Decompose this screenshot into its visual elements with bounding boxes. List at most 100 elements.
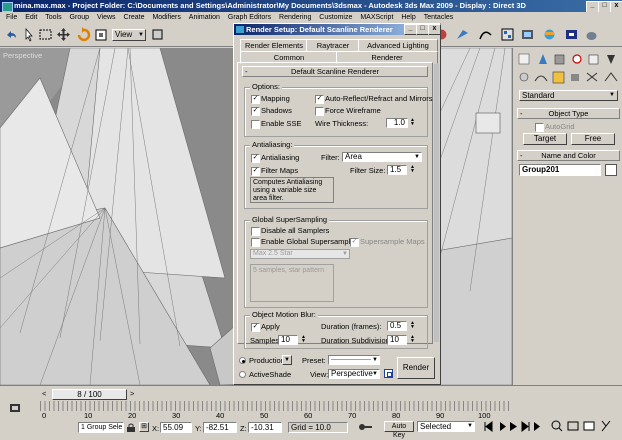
set-key-icon[interactable]: [358, 422, 372, 432]
select-cursor-icon[interactable]: [22, 27, 37, 42]
render-setup-icon[interactable]: [520, 27, 535, 42]
antialiasing-label: Antialiasing: [261, 153, 300, 162]
teapot-render-icon[interactable]: [584, 27, 599, 42]
dialog-title-bar[interactable]: Render Setup: Default Scanline Renderer …: [234, 24, 441, 35]
category-value: Standard: [522, 91, 555, 100]
apply-motion-blur-checkbox[interactable]: ✓: [251, 323, 260, 332]
menu-file[interactable]: File: [6, 14, 17, 21]
x-coord-input[interactable]: 55.09: [160, 422, 192, 433]
chevron-down-icon: ▼: [284, 357, 290, 363]
preset-label: Preset:: [302, 356, 326, 365]
menu-modifiers[interactable]: Modifiers: [152, 14, 180, 21]
autogrid-checkbox[interactable]: [535, 123, 544, 132]
production-radio[interactable]: [239, 357, 246, 364]
schematic-view-icon[interactable]: [500, 27, 515, 42]
close-icon[interactable]: x: [610, 1, 622, 12]
x-coord-label: X:: [152, 424, 160, 433]
target-button[interactable]: Target: [523, 133, 567, 145]
y-coord-input[interactable]: -82.51: [203, 422, 237, 433]
select-move-icon[interactable]: [56, 27, 71, 42]
key-filter-dropdown[interactable]: Selected ▼: [417, 421, 475, 432]
time-prev-icon[interactable]: <: [42, 389, 46, 398]
duration-input[interactable]: 0.5: [387, 321, 407, 331]
filter-size-input[interactable]: 1.5: [387, 165, 407, 175]
view-dropdown[interactable]: Perspective ▼: [328, 369, 380, 379]
time-next-icon[interactable]: >: [130, 389, 134, 398]
menu-group[interactable]: Group: [70, 14, 89, 21]
select-scale-icon[interactable]: [94, 27, 109, 42]
viewport-label[interactable]: Perspective: [3, 51, 42, 60]
track-bar-icon[interactable]: [10, 404, 20, 412]
free-button[interactable]: Free: [571, 133, 615, 145]
sampler-dropdown[interactable]: Max 2.5 Star ▼: [250, 249, 350, 259]
track-bar-ruler[interactable]: [40, 401, 510, 411]
menu-graph-editors[interactable]: Graph Editors: [228, 14, 271, 21]
quick-render-icon[interactable]: [455, 27, 470, 42]
category-dropdown[interactable]: Standard ▼: [519, 90, 618, 101]
command-panel-tab-icons[interactable]: [517, 52, 621, 66]
disable-samplers-checkbox[interactable]: [251, 227, 260, 236]
auto-reflect-checkbox[interactable]: ✓: [315, 95, 324, 104]
enable-sse-checkbox[interactable]: [251, 120, 260, 129]
create-category-icons[interactable]: [517, 70, 621, 84]
menu-tentacles[interactable]: Tentacles: [424, 14, 454, 21]
filter-maps-checkbox[interactable]: ✓: [251, 167, 260, 176]
object-color-swatch[interactable]: [605, 164, 617, 176]
playback-controls[interactable]: [484, 421, 542, 432]
spinner-icon[interactable]: ▲ ▼: [410, 335, 415, 344]
z-coord-input[interactable]: -10.31: [248, 422, 282, 433]
collapse-icon: -: [520, 151, 523, 160]
menu-help[interactable]: Help: [401, 14, 415, 21]
pivot-icon[interactable]: [150, 27, 165, 42]
teapot-icon[interactable]: [542, 27, 557, 42]
dialog-close-icon[interactable]: x: [428, 24, 441, 35]
subdivisions-input[interactable]: 10: [387, 335, 407, 345]
auto-key-button[interactable]: Auto Key: [384, 421, 414, 439]
spinner-icon[interactable]: ▲ ▼: [301, 335, 306, 344]
menu-create[interactable]: Create: [123, 14, 144, 21]
activeshade-radio[interactable]: [239, 371, 246, 378]
spinner-icon[interactable]: ▲ ▼: [410, 321, 415, 330]
select-region-icon[interactable]: [38, 27, 53, 42]
chevron-down-icon: ▼: [372, 357, 378, 363]
lock-selection-icon[interactable]: [127, 423, 135, 432]
absolute-mode-icon[interactable]: ⊞: [139, 422, 149, 432]
production-dropdown[interactable]: ▼: [282, 355, 292, 365]
dialog-scrollbar[interactable]: [434, 64, 439, 342]
spinner-icon[interactable]: ▲ ▼: [410, 118, 415, 127]
force-wireframe-checkbox[interactable]: [315, 107, 324, 116]
menu-views[interactable]: Views: [97, 14, 116, 21]
name-color-rollout-header[interactable]: - Name and Color: [517, 150, 620, 161]
object-type-rollout-header[interactable]: - Object Type: [517, 108, 620, 119]
curve-editor-icon[interactable]: [478, 27, 493, 42]
reference-coord-dropdown[interactable]: View ▼: [112, 29, 146, 41]
mapping-checkbox[interactable]: ✓: [251, 95, 260, 104]
menu-rendering[interactable]: Rendering: [279, 14, 311, 21]
scanline-rollout-header[interactable]: - Default Scanline Renderer: [242, 66, 428, 77]
menu-customize[interactable]: Customize: [319, 14, 352, 21]
object-name-input[interactable]: Group201: [519, 164, 601, 176]
preset-value: --------------------: [331, 357, 371, 363]
select-rotate-icon[interactable]: [76, 27, 91, 42]
viewport-navigation-icons[interactable]: [550, 419, 620, 433]
menu-maxscript[interactable]: MAXScript: [360, 14, 393, 21]
shadows-checkbox[interactable]: ✓: [251, 107, 260, 116]
ruler-tick: 100: [478, 411, 491, 420]
filter-dropdown[interactable]: Area ▼: [342, 152, 422, 162]
render-frame-icon[interactable]: [564, 27, 579, 42]
enable-global-supersampler-checkbox[interactable]: [251, 238, 260, 247]
time-slider[interactable]: 8 / 100: [52, 389, 127, 400]
render-button[interactable]: Render: [397, 357, 435, 379]
undo-icon[interactable]: [4, 27, 19, 42]
preset-dropdown[interactable]: -------------------- ▼: [328, 355, 380, 365]
menu-tools[interactable]: Tools: [45, 14, 61, 21]
menu-edit[interactable]: Edit: [25, 14, 37, 21]
supersample-maps-checkbox[interactable]: ✓: [350, 238, 359, 247]
ruler-tick: 30: [172, 411, 181, 420]
spinner-icon[interactable]: ▲ ▼: [410, 165, 415, 174]
antialiasing-checkbox[interactable]: ✓: [251, 154, 260, 163]
lock-icon[interactable]: [384, 369, 393, 378]
samples-input[interactable]: 10: [278, 335, 298, 345]
wire-thickness-input[interactable]: 1.0: [386, 118, 408, 128]
menu-animation[interactable]: Animation: [189, 14, 220, 21]
